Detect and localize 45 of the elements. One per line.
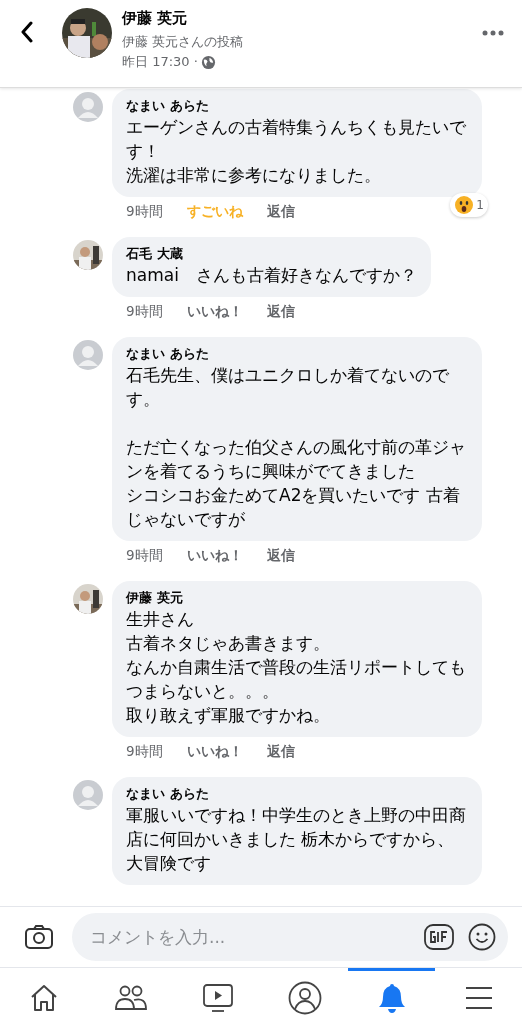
- globe-icon: [200, 54, 216, 70]
- comment-time: 9時間: [126, 303, 163, 321]
- smiley-icon[interactable]: [468, 923, 496, 951]
- default-avatar-icon: [73, 780, 103, 810]
- reply-button[interactable]: 返信: [266, 203, 295, 221]
- like-button[interactable]: いいね！: [186, 743, 243, 761]
- comment-text: 軍服いいですね！中学生のとき上野の中田商店に何回かいきました 栃木からですから、大冒険です: [126, 804, 467, 875]
- comment-text: なんか自粛生活で普段の生活リポートしてもつまらないと。。。: [126, 656, 467, 703]
- comment-author[interactable]: 石毛 大蔵: [126, 245, 417, 263]
- comment-text: 石毛先生、僕はユニクロしか着てないのです。: [126, 364, 450, 411]
- comment-time: 9時間: [126, 203, 163, 221]
- profile-icon: [287, 980, 322, 1015]
- video-icon: [201, 982, 234, 1013]
- comment-text: ただ亡くなった伯父さんの風化寸前の革ジャンを着てるうちに興味がでてきました: [126, 436, 467, 483]
- default-avatar-icon: [73, 340, 103, 370]
- comment-text: シコシコお金ためてA2を買いたいです 古着じゃないですが: [126, 484, 461, 531]
- menu-icon: [463, 984, 494, 1011]
- comment-field[interactable]: コメントを入力...: [72, 913, 508, 961]
- comment-author[interactable]: なまい あらた: [126, 785, 468, 803]
- comment-time: 9時間: [126, 547, 163, 565]
- comment-author[interactable]: 伊藤 英元: [126, 589, 468, 607]
- camera-icon[interactable]: [24, 924, 54, 950]
- wow-emoji-icon: [454, 195, 475, 215]
- gif-icon[interactable]: [424, 924, 454, 950]
- back-icon[interactable]: [20, 21, 34, 43]
- comment-text: 生井さん: [126, 608, 195, 631]
- author-name[interactable]: 伊藤 英元: [122, 8, 482, 28]
- comment-time: 9時間: [126, 743, 163, 761]
- comment-text: 古着ネタじゃあ書きます。: [126, 632, 331, 655]
- like-button[interactable]: いいね！: [186, 303, 243, 321]
- post-time: 昨日 17:30 ·: [122, 53, 198, 71]
- comment-text: 取り敢えず軍服ですかね。: [126, 704, 331, 727]
- comment-text: 洗濯は非常に参考になりました。: [126, 164, 382, 187]
- reply-button[interactable]: 返信: [266, 743, 295, 761]
- like-button[interactable]: いいね！: [186, 547, 243, 565]
- post-subtitle: 伊藤 英元さんの投稿: [122, 33, 245, 51]
- reply-button[interactable]: 返信: [266, 303, 295, 321]
- reply-button[interactable]: 返信: [266, 547, 295, 565]
- reaction-badge[interactable]: 1: [450, 193, 488, 217]
- comment-author[interactable]: なまい あらた: [126, 345, 468, 363]
- comment-author[interactable]: なまい あらた: [126, 97, 468, 115]
- default-avatar-icon: [73, 92, 103, 122]
- comment-text: エーゲンさんの古着特集うんちくも見たいです！: [126, 116, 467, 163]
- comment-text: namai さんも古着好きなんですか？: [126, 264, 417, 287]
- more-icon[interactable]: [482, 30, 504, 36]
